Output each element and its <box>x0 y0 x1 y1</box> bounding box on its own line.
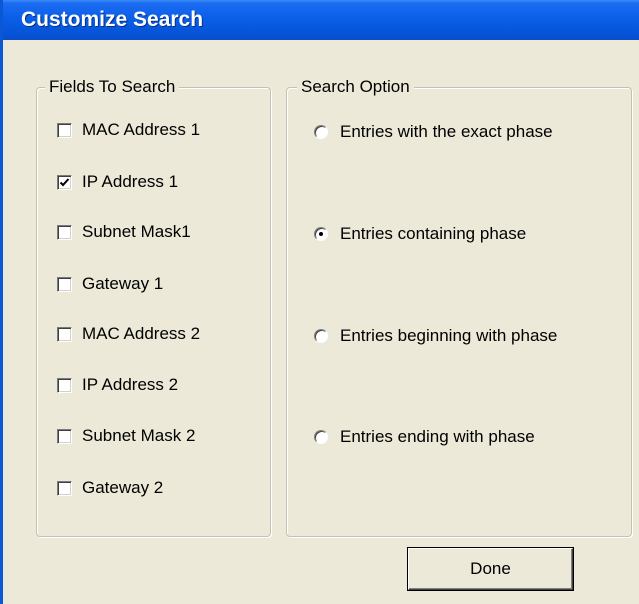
checkbox-label: IP Address 1 <box>82 172 179 191</box>
checkbox-box[interactable] <box>57 276 72 292</box>
radio-beginning-with-phase[interactable]: Entries beginning with phase <box>314 323 557 349</box>
radio-button[interactable] <box>314 329 328 343</box>
checkbox-gateway-1[interactable]: Gateway 1 <box>57 271 163 297</box>
search-option-group: Search Option Entries with the exact pha… <box>286 77 632 537</box>
done-button[interactable]: Done <box>408 548 573 590</box>
checkbox-mac-address-1[interactable]: MAC Address 1 <box>57 117 200 143</box>
checkbox-box[interactable] <box>57 428 72 444</box>
radio-label: Entries containing phase <box>340 224 527 243</box>
checkbox-mac-address-2[interactable]: MAC Address 2 <box>57 321 200 347</box>
radio-button[interactable] <box>314 227 328 241</box>
checkbox-label: MAC Address 1 <box>82 120 201 139</box>
fields-group-legend: Fields To Search <box>45 77 180 97</box>
checkbox-box[interactable] <box>57 377 72 393</box>
checkbox-ip-address-2[interactable]: IP Address 2 <box>57 372 178 398</box>
checkbox-label: MAC Address 2 <box>82 324 201 343</box>
radio-button[interactable] <box>314 125 328 139</box>
radio-ending-with-phase[interactable]: Entries ending with phase <box>314 424 535 450</box>
checkbox-box[interactable] <box>57 174 72 190</box>
checkbox-label: Subnet Mask 2 <box>82 426 196 445</box>
checkbox-subnet-mask-2[interactable]: Subnet Mask 2 <box>57 423 195 449</box>
check-icon <box>59 177 70 186</box>
radio-label: Entries with the exact phase <box>340 122 553 141</box>
checkbox-subnet-mask-1[interactable]: Subnet Mask1 <box>57 219 191 245</box>
checkbox-gateway-2[interactable]: Gateway 2 <box>57 475 163 501</box>
checkbox-ip-address-1[interactable]: IP Address 1 <box>57 169 178 195</box>
window-title: Customize Search <box>21 8 204 31</box>
radio-label: Entries ending with phase <box>340 427 535 446</box>
checkbox-label: Gateway 2 <box>82 478 164 497</box>
title-bar[interactable]: Customize Search <box>3 0 639 40</box>
checkbox-box[interactable] <box>57 326 72 342</box>
fields-to-search-group: Fields To Search MAC Address 1 IP Addres… <box>36 77 271 537</box>
radio-exact-phase[interactable]: Entries with the exact phase <box>314 119 553 145</box>
customize-search-dialog: Customize Search Fields To Search MAC Ad… <box>0 0 639 604</box>
checkbox-label: Subnet Mask1 <box>82 222 191 241</box>
radio-selected-dot-icon <box>319 232 323 236</box>
radio-button[interactable] <box>314 430 328 444</box>
checkbox-label: Gateway 1 <box>82 274 164 293</box>
options-group-legend: Search Option <box>297 77 414 97</box>
radio-containing-phase[interactable]: Entries containing phase <box>314 221 526 247</box>
radio-label: Entries beginning with phase <box>340 326 558 345</box>
checkbox-label: IP Address 2 <box>82 375 179 394</box>
checkbox-box[interactable] <box>57 122 72 138</box>
checkbox-box[interactable] <box>57 480 72 496</box>
checkbox-box[interactable] <box>57 224 72 240</box>
